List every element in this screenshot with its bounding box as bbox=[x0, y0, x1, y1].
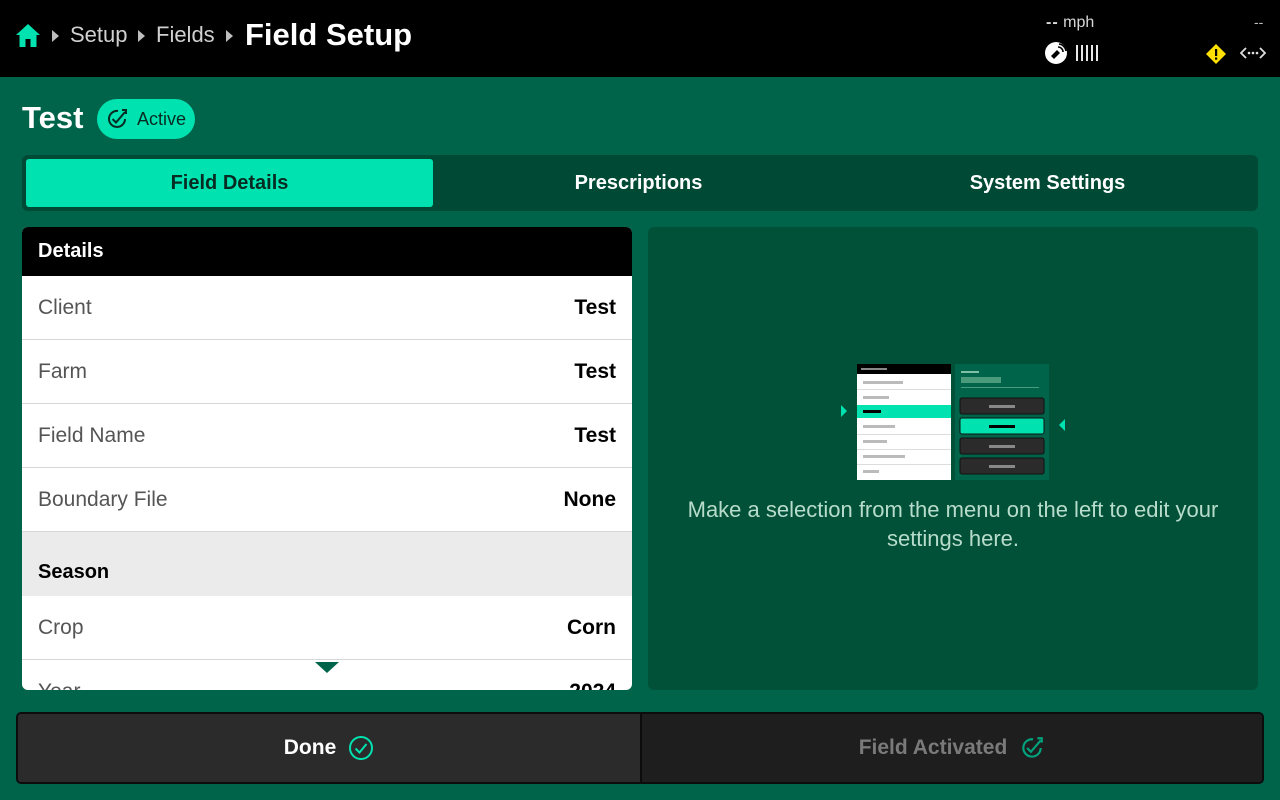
active-target-icon bbox=[1022, 737, 1044, 758]
tab-system-settings[interactable]: System Settings bbox=[844, 159, 1251, 207]
home-icon[interactable] bbox=[14, 22, 42, 50]
row-label: Crop bbox=[38, 615, 84, 639]
row-label: Farm bbox=[38, 359, 87, 383]
row-value: Test bbox=[574, 359, 616, 383]
gps-signal-icon[interactable] bbox=[1043, 40, 1069, 66]
season-heading: Season bbox=[22, 532, 632, 596]
field-activated-label: Field Activated bbox=[858, 736, 1008, 759]
settings-placeholder-panel: Make a selection from the menu on the le… bbox=[648, 227, 1258, 690]
speed-unit: mph bbox=[1063, 14, 1095, 31]
status-label: Active bbox=[137, 108, 187, 129]
check-circle-icon bbox=[349, 736, 374, 760]
details-heading: Details bbox=[22, 227, 632, 276]
row-value: Test bbox=[574, 295, 616, 319]
scroll-down-indicator[interactable] bbox=[315, 662, 339, 673]
row-label: Client bbox=[38, 295, 92, 319]
breadcrumb-fields[interactable]: Fields bbox=[156, 22, 215, 48]
row-farm[interactable]: Farm Test bbox=[22, 340, 632, 404]
active-target-icon bbox=[108, 109, 127, 128]
warning-icon[interactable] bbox=[1205, 43, 1227, 65]
details-panel[interactable]: Details Client Test Farm Test Field Name… bbox=[22, 227, 632, 690]
top-bar: Setup Fields Field Setup -- mph -- bbox=[0, 0, 1280, 77]
selection-hint: Make a selection from the menu on the le… bbox=[687, 497, 1219, 551]
speed-readout: -- mph bbox=[1046, 14, 1094, 32]
speed-value: -- bbox=[1046, 14, 1059, 31]
tab-field-details[interactable]: Field Details bbox=[26, 159, 433, 207]
status-badge: Active bbox=[97, 99, 195, 139]
row-field-name[interactable]: Field Name Test bbox=[22, 404, 632, 468]
connection-icon[interactable] bbox=[1240, 44, 1266, 62]
signal-strength-bars bbox=[1076, 45, 1098, 61]
row-boundary-file[interactable]: Boundary File None bbox=[22, 468, 632, 532]
tab-prescriptions[interactable]: Prescriptions bbox=[435, 159, 842, 207]
footer-bar: Done Field Activated bbox=[16, 712, 1264, 784]
row-client[interactable]: Client Test bbox=[22, 276, 632, 340]
row-label: Field Name bbox=[38, 423, 146, 447]
row-value: Test bbox=[574, 423, 616, 447]
row-label: Year bbox=[38, 680, 80, 691]
row-value: None bbox=[563, 487, 617, 511]
done-label: Done bbox=[283, 736, 337, 759]
chevron-right-icon bbox=[226, 30, 233, 42]
row-crop[interactable]: Crop Corn bbox=[22, 596, 632, 660]
field-activated-button[interactable]: Field Activated bbox=[640, 714, 1262, 782]
tab-bar: Field Details Prescriptions System Setti… bbox=[22, 155, 1258, 211]
corner-readout: -- bbox=[1254, 14, 1264, 30]
menu-selection-illustration bbox=[841, 364, 1065, 480]
breadcrumb-setup[interactable]: Setup bbox=[70, 22, 128, 48]
row-label: Boundary File bbox=[38, 487, 168, 511]
chevron-right-icon bbox=[138, 30, 145, 42]
page-title: Field Setup bbox=[245, 17, 413, 52]
row-value: Corn bbox=[567, 615, 616, 639]
row-value: 2024 bbox=[569, 680, 616, 691]
done-button[interactable]: Done bbox=[18, 714, 640, 782]
field-title: Test bbox=[22, 100, 84, 135]
chevron-right-icon bbox=[52, 30, 59, 42]
